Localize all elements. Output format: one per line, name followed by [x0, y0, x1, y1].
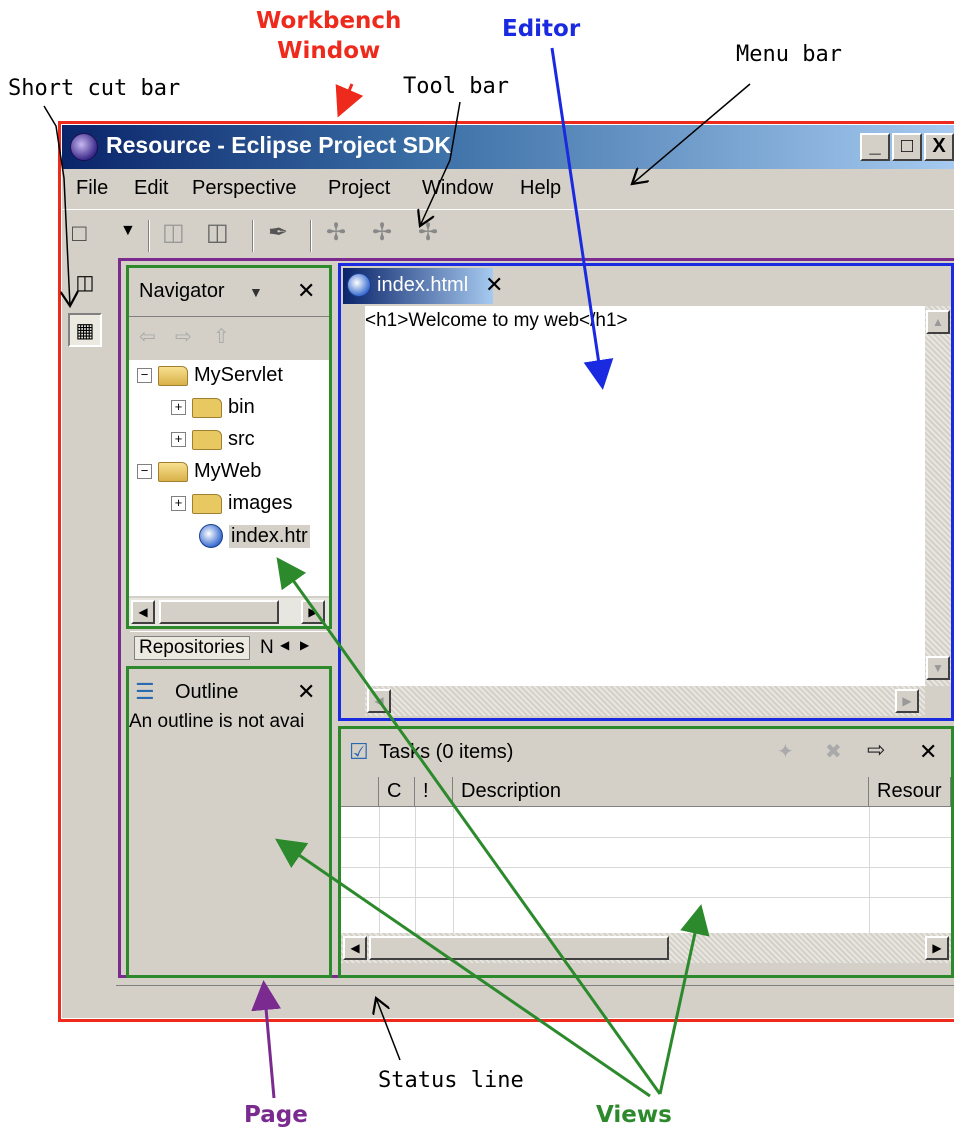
- menu-bar-arrow: [632, 83, 751, 184]
- status-line-arrow: [376, 998, 401, 1061]
- workbench-arrow: [335, 83, 364, 118]
- tool-bar-arrow: [420, 101, 461, 226]
- views-arrows: [275, 557, 710, 1098]
- short-cut-bar-arrow: [43, 105, 70, 306]
- annotation-arrows: [43, 47, 751, 1099]
- editor-arrow: [550, 47, 614, 390]
- page-arrow: [251, 980, 282, 1099]
